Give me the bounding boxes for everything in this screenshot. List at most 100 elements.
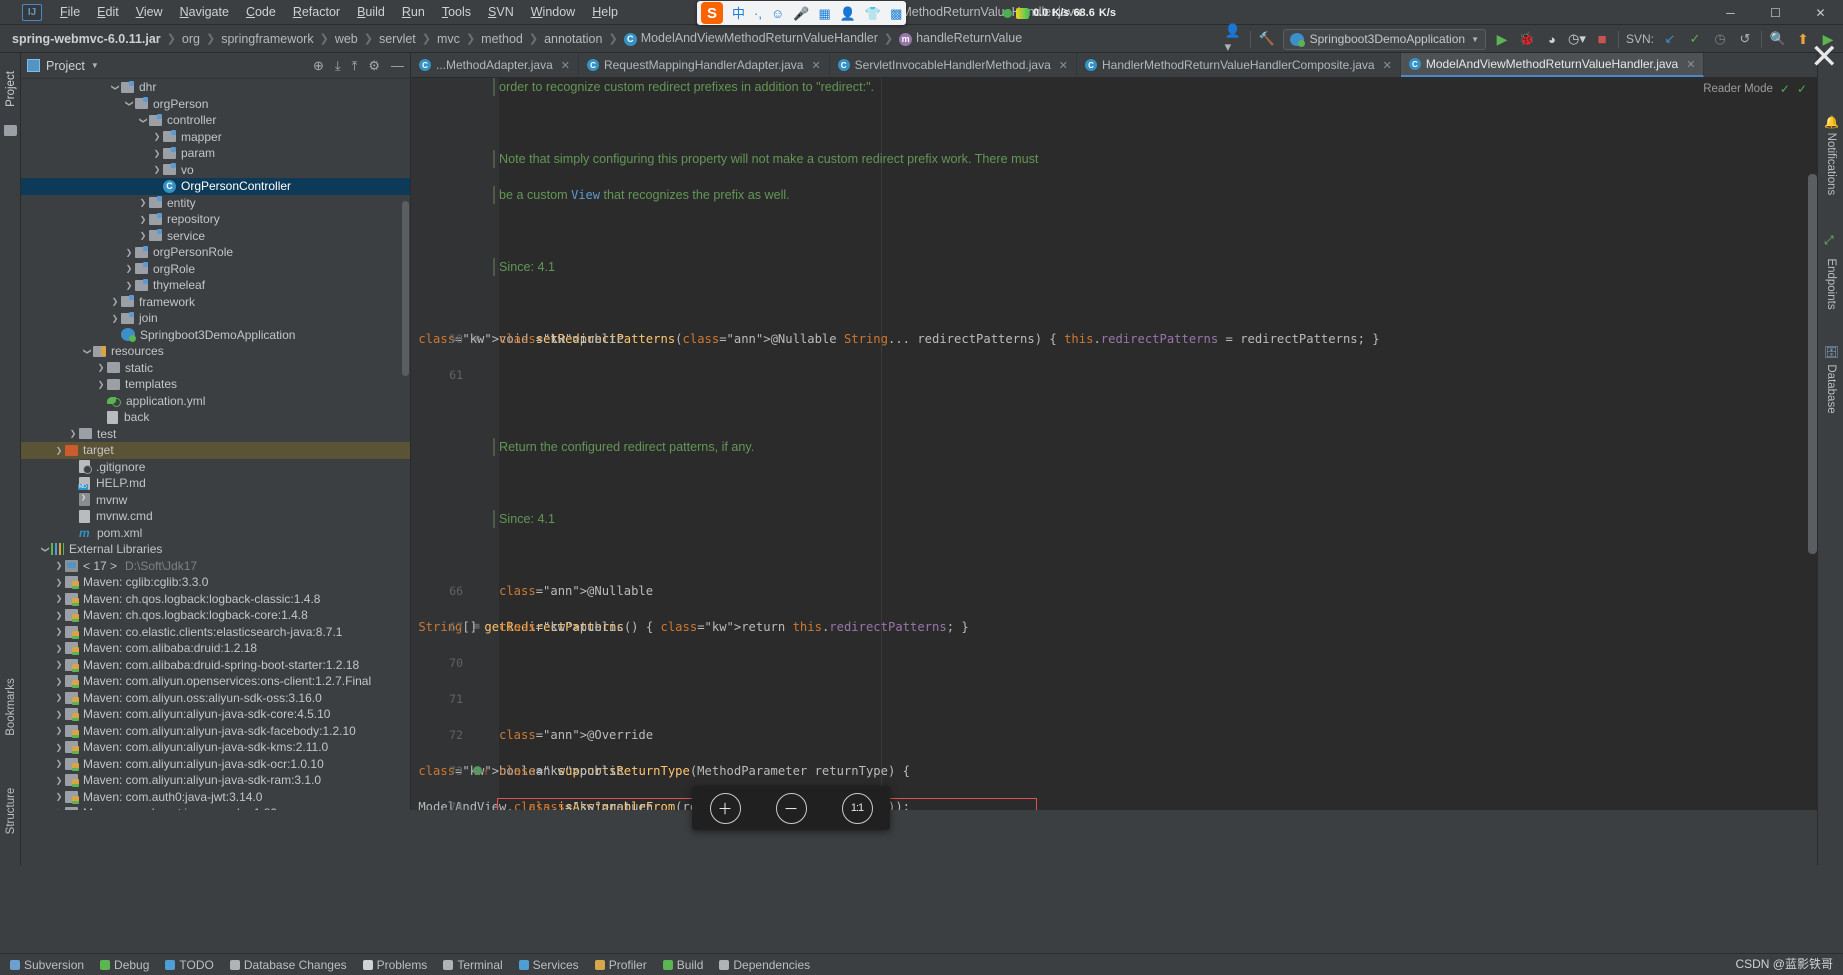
- menu-item-svn[interactable]: SVN: [480, 2, 522, 22]
- stripe-bookmarks-label[interactable]: Bookmarks: [5, 677, 17, 737]
- tree-node[interactable]: vo: [21, 162, 410, 179]
- tree-node[interactable]: mvnw.cmd: [21, 508, 410, 525]
- tree-node[interactable]: framework: [21, 294, 410, 311]
- chevron-right-icon[interactable]: [123, 248, 135, 257]
- tree-node[interactable]: repository: [21, 211, 410, 228]
- close-tab-icon[interactable]: ✕: [811, 59, 820, 72]
- chevron-right-icon[interactable]: [53, 660, 65, 669]
- ime-emoji-icon[interactable]: ☺: [771, 7, 784, 20]
- collapse-all-icon[interactable]: ⤒: [352, 58, 358, 74]
- profiler-icon[interactable]: ◷▾: [1568, 30, 1586, 48]
- chevron-right-icon[interactable]: [53, 759, 65, 768]
- breadcrumb-item[interactable]: method: [479, 32, 525, 46]
- close-button[interactable]: ✕: [1798, 0, 1843, 25]
- chevron-right-icon[interactable]: [67, 429, 79, 438]
- chevron-right-icon[interactable]: [137, 198, 149, 207]
- status-bar-item-problems[interactable]: Problems: [362, 958, 427, 972]
- stripe-structure-label[interactable]: Structure: [5, 782, 17, 840]
- code-line[interactable]: Note that simply configuring this proper…: [411, 150, 1817, 168]
- expand-all-icon[interactable]: ⤓: [335, 58, 341, 74]
- svn-history-icon[interactable]: ◷: [1711, 30, 1729, 48]
- chevron-down-icon[interactable]: [123, 99, 135, 108]
- tree-node[interactable]: Maven: com.beust:jcommander:1.82: [21, 805, 410, 810]
- svn-commit-icon[interactable]: ✓: [1686, 30, 1704, 48]
- status-bar-item-build[interactable]: Build: [662, 958, 703, 972]
- tree-node[interactable]: Maven: com.aliyun:aliyun-java-sdk-ram:3.…: [21, 772, 410, 789]
- reader-mode-label[interactable]: Reader Mode: [1703, 83, 1773, 95]
- tree-node[interactable]: Springboot3DemoApplication: [21, 327, 410, 344]
- breadcrumb-item[interactable]: org: [180, 32, 202, 46]
- menu-item-file[interactable]: File: [52, 2, 88, 22]
- chevron-down-icon[interactable]: ▼: [91, 61, 99, 70]
- user-icon[interactable]: 👤▾: [1225, 23, 1243, 54]
- minimize-button[interactable]: ─: [1708, 0, 1753, 25]
- tree-node[interactable]: Maven: com.aliyun:aliyun-java-sdk-facebo…: [21, 723, 410, 740]
- chevron-right-icon[interactable]: [137, 215, 149, 224]
- ime-punctuation-icon[interactable]: ·,: [754, 7, 762, 20]
- tree-node[interactable]: Maven: com.aliyun.oss:aliyun-sdk-oss:3.1…: [21, 690, 410, 707]
- svn-update-icon[interactable]: ↙: [1661, 30, 1679, 48]
- ime-toolbar[interactable]: S 中 ·, ☺ 🎤 ▦ 👤 👕 ▩: [697, 1, 907, 25]
- chevron-right-icon[interactable]: [53, 726, 65, 735]
- chevron-right-icon[interactable]: [123, 264, 135, 273]
- code-line[interactable]: Since: 4.1: [411, 510, 1817, 528]
- tree-node[interactable]: Maven: com.aliyun:aliyun-java-sdk-ocr:1.…: [21, 756, 410, 773]
- code-content[interactable]: order to recognize custom redirect prefi…: [411, 78, 1817, 810]
- code-line[interactable]: 61: [411, 366, 1817, 384]
- project-tree[interactable]: dhrorgPerson controllermapper paramvo C OrgP…: [21, 79, 410, 810]
- menu-item-code[interactable]: Code: [238, 2, 284, 22]
- hide-panel-icon[interactable]: ―: [391, 58, 404, 73]
- code-line[interactable]: 72 class="ann">@Override: [411, 726, 1817, 744]
- tree-node[interactable]: HELP.md: [21, 475, 410, 492]
- code-line[interactable]: be a custom View that recognizes the pre…: [411, 186, 1817, 204]
- code-line[interactable]: 74 class="kw">return ModelAndView.class.…: [411, 798, 1817, 810]
- chevron-right-icon[interactable]: [53, 611, 65, 620]
- tree-node[interactable]: service: [21, 228, 410, 245]
- tree-node[interactable]: target: [21, 442, 410, 459]
- project-tree-scrollbar[interactable]: [402, 201, 409, 376]
- tree-node[interactable]: Maven: com.aliyun:aliyun-java-sdk-kms:2.…: [21, 739, 410, 756]
- breadcrumb-item[interactable]: mvc: [435, 32, 462, 46]
- code-line[interactable]: 71: [411, 690, 1817, 708]
- stripe-project-label[interactable]: Project: [5, 61, 17, 117]
- breadcrumb-item[interactable]: springframework: [219, 32, 315, 46]
- sogou-logo-icon[interactable]: S: [701, 2, 723, 24]
- editor-tab[interactable]: C ModelAndViewMethodReturnValueHandler.ja…: [1400, 53, 1705, 77]
- status-bar-item-debug[interactable]: Debug: [100, 958, 149, 972]
- tree-node[interactable]: controller: [21, 112, 410, 129]
- menu-item-help[interactable]: Help: [584, 2, 626, 22]
- tree-node[interactable]: Maven: com.alibaba:druid:1.2.18: [21, 640, 410, 657]
- tree-node[interactable]: orgPerson: [21, 96, 410, 113]
- chevron-right-icon[interactable]: [53, 792, 65, 801]
- code-line[interactable]: Return the configured redirect patterns,…: [411, 438, 1817, 456]
- ime-keyboard-icon[interactable]: ▦: [818, 7, 830, 20]
- tree-node[interactable]: thymeleaf: [21, 277, 410, 294]
- tree-node[interactable]: mapper: [21, 129, 410, 146]
- editor-tabs[interactable]: C ...MethodAdapter.java ✕ C RequestMappingHa…: [411, 53, 1817, 78]
- menu-item-navigate[interactable]: Navigate: [172, 2, 237, 22]
- tree-node[interactable]: param: [21, 145, 410, 162]
- code-line[interactable]: [411, 294, 1817, 312]
- tree-node[interactable]: back: [21, 409, 410, 426]
- svn-rollback-icon[interactable]: ↺: [1736, 30, 1754, 48]
- chevron-right-icon[interactable]: [53, 578, 65, 587]
- chevron-right-icon[interactable]: [109, 297, 121, 306]
- status-bar-item-subversion[interactable]: Subversion: [10, 958, 84, 972]
- chevron-down-icon[interactable]: [81, 347, 93, 356]
- menu-item-build[interactable]: Build: [349, 2, 393, 22]
- stripe-endpoints-label[interactable]: Endpoints: [1825, 242, 1837, 326]
- editor-tab[interactable]: C ...MethodAdapter.java ✕: [411, 53, 579, 77]
- tree-node[interactable]: application.yml: [21, 393, 410, 410]
- tree-node[interactable]: Maven: ch.qos.logback:logback-classic:1.…: [21, 591, 410, 608]
- breadcrumb-item[interactable]: servlet: [377, 32, 418, 46]
- status-bar-item-todo[interactable]: TODO: [165, 958, 214, 972]
- ime-apps-icon[interactable]: ▩: [890, 7, 902, 20]
- tree-node[interactable]: Maven: cglib:cglib:3.3.0: [21, 574, 410, 591]
- chevron-right-icon[interactable]: [151, 165, 163, 174]
- code-line[interactable]: 73 ↑ ⊟ class="kw">public class="kw">boolean…: [411, 762, 1817, 780]
- editor-tab[interactable]: C ServletInvocableHandlerMethod.java ✕: [830, 53, 1077, 77]
- code-line[interactable]: [411, 546, 1817, 564]
- tree-node[interactable]: orgRole: [21, 261, 410, 278]
- code-line[interactable]: order to recognize custom redirect prefi…: [411, 78, 1817, 96]
- tree-node[interactable]: < 17 > D:\Soft\Jdk17: [21, 558, 410, 575]
